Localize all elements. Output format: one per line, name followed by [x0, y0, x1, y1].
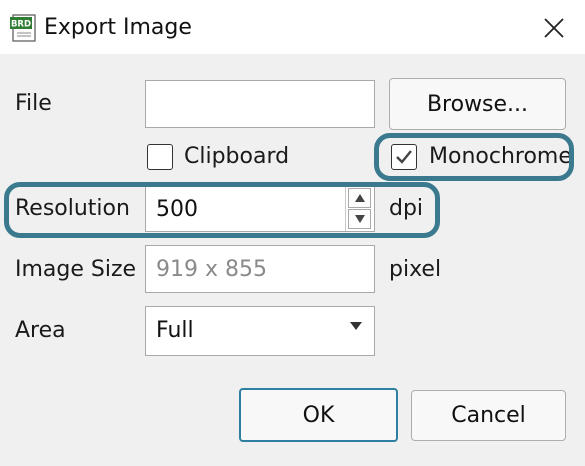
close-icon	[544, 18, 564, 38]
spin-down-button[interactable]	[348, 209, 371, 229]
cancel-button[interactable]: Cancel	[411, 390, 566, 441]
close-button[interactable]	[532, 8, 576, 48]
file-label: File	[15, 91, 52, 116]
triangle-up-icon	[354, 194, 365, 202]
monochrome-label: Monochrome	[429, 144, 572, 169]
window-title: Export Image	[44, 15, 192, 40]
svg-text:BRD: BRD	[11, 20, 31, 30]
checkmark-icon	[396, 150, 412, 164]
image-size-unit: pixel	[389, 257, 442, 282]
chevron-down-icon	[350, 322, 362, 330]
ok-button[interactable]: OK	[239, 388, 398, 442]
area-label: Area	[15, 318, 66, 343]
area-select[interactable]: Full	[145, 306, 375, 356]
monochrome-checkbox[interactable]	[391, 144, 417, 170]
title-bar: BRD Export Image	[0, 0, 585, 54]
image-size-field	[145, 245, 375, 293]
brd-file-icon: BRD	[10, 14, 36, 42]
clipboard-label: Clipboard	[184, 144, 290, 169]
area-selected-value: Full	[156, 318, 194, 343]
browse-button[interactable]: Browse...	[389, 78, 566, 130]
clipboard-checkbox[interactable]	[147, 144, 173, 170]
resolution-input[interactable]	[145, 186, 375, 232]
resolution-spinner	[345, 187, 372, 231]
resolution-label: Resolution	[15, 196, 130, 221]
spin-up-button[interactable]	[348, 188, 371, 208]
triangle-down-icon	[354, 215, 365, 223]
image-size-label: Image Size	[15, 257, 137, 282]
file-path-input[interactable]	[145, 80, 375, 128]
resolution-unit: dpi	[389, 196, 424, 221]
